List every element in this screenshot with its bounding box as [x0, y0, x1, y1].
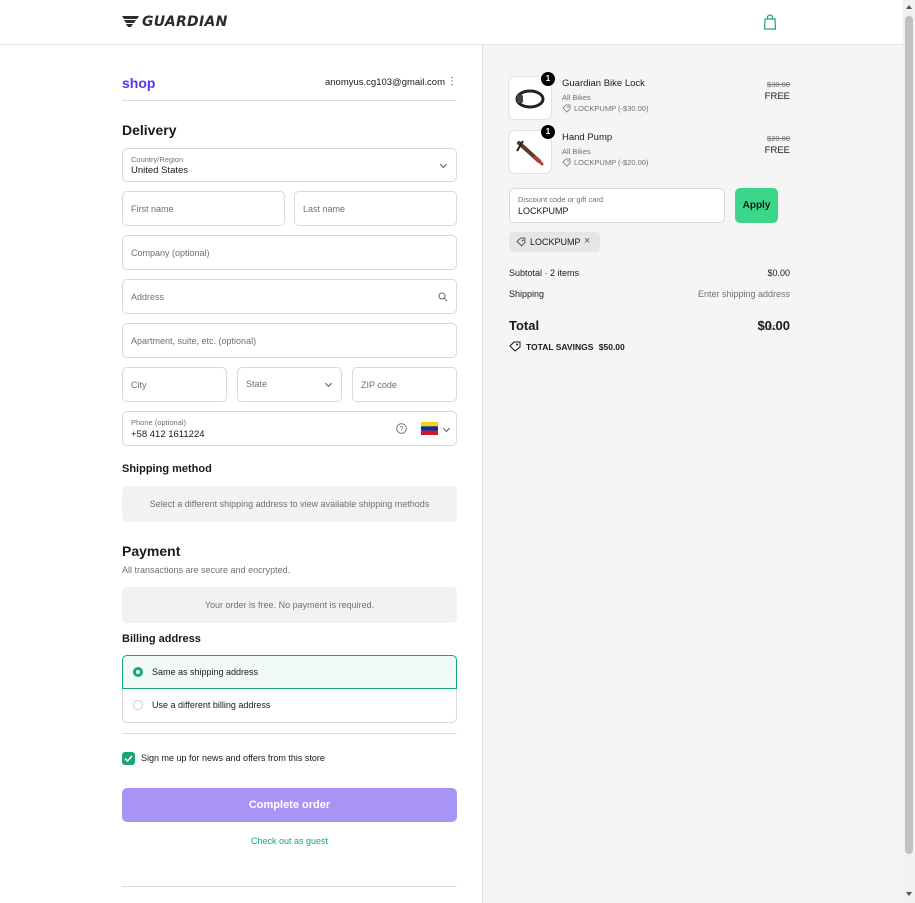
city-placeholder: City: [131, 380, 147, 390]
help-icon[interactable]: ?: [396, 423, 407, 434]
billing-same-option[interactable]: Same as shipping address: [122, 655, 457, 689]
state-placeholder: State: [246, 379, 268, 389]
account-row: shop anomyus.cg103@gmail.com ⋮: [122, 72, 457, 101]
last-name-placeholder: Last name: [303, 204, 346, 214]
remove-discount-icon[interactable]: ×: [584, 235, 590, 247]
company-input[interactable]: Company (optional): [122, 235, 457, 270]
product-variant: All Bikes: [562, 147, 591, 156]
complete-order-button[interactable]: Complete order: [122, 788, 457, 822]
checkout-guest-link[interactable]: Check out as guest: [122, 836, 457, 846]
tag-icon: [516, 237, 526, 247]
product-variant: All Bikes: [562, 93, 591, 102]
product-name: Hand Pump: [562, 132, 613, 143]
payment-title: Payment: [122, 543, 181, 559]
company-placeholder: Company (optional): [131, 248, 210, 258]
product-discount-text: LOCKPUMP (-$30.00): [574, 104, 649, 113]
first-name-placeholder: First name: [131, 204, 174, 214]
shipping-label: Shipping: [509, 289, 545, 299]
product-price: FREE: [764, 145, 790, 156]
savings-value: $50.00: [598, 342, 625, 352]
chevron-down-icon: [324, 379, 333, 388]
brand-name: GUARDIAN: [142, 14, 228, 30]
shipping-methods-message: Select a different shipping address to v…: [122, 486, 457, 522]
discount-label: Discount code or gift card: [518, 195, 604, 204]
last-name-input[interactable]: Last name: [294, 191, 457, 226]
kebab-icon[interactable]: ⋮: [447, 76, 457, 87]
applied-code-text: LOCKPUMP: [530, 237, 581, 247]
total-value: $0.00: [757, 318, 790, 333]
address-input[interactable]: Address: [122, 279, 457, 314]
country-value: United States: [131, 165, 189, 176]
checkmark-icon: [124, 755, 133, 763]
apply-button[interactable]: Apply: [735, 188, 778, 223]
savings-label: TOTAL SAVINGS: [526, 342, 594, 352]
shopping-bag-icon[interactable]: [763, 14, 777, 30]
original-price: $20.00: [767, 134, 790, 143]
phone-input[interactable]: Phone (optional) +58 412 1611224 ?: [122, 411, 457, 446]
chevron-down-icon[interactable]: [442, 424, 451, 433]
state-select[interactable]: State: [237, 367, 342, 402]
zip-placeholder: ZIP code: [361, 380, 397, 390]
address-placeholder: Address: [131, 292, 165, 302]
billing-different-option[interactable]: Use a different billing address: [122, 689, 457, 723]
subtotal-value: $0.00: [767, 268, 790, 278]
quantity-badge: 1: [541, 72, 555, 86]
payment-subtitle: All transactions are secure and encrypte…: [122, 565, 291, 575]
first-name-input[interactable]: First name: [122, 191, 285, 226]
country-select[interactable]: Country/Region United States: [122, 148, 457, 182]
billing-same-label: Same as shipping address: [152, 667, 259, 677]
applied-discount-chip: LOCKPUMP ×: [509, 232, 600, 252]
product-discount-text: LOCKPUMP (-$20.00): [574, 158, 649, 167]
chevron-down-icon: [439, 160, 448, 169]
zip-input[interactable]: ZIP code: [352, 367, 457, 402]
product-discount: LOCKPUMP (-$30.00): [562, 104, 648, 113]
newsletter-checkbox[interactable]: [122, 752, 135, 765]
scrollbar[interactable]: [903, 0, 915, 903]
shipping-method-title: Shipping method: [122, 463, 212, 475]
savings-tag-icon: [509, 341, 521, 352]
country-label: Country/Region: [131, 155, 184, 164]
discount-code-input[interactable]: Discount code or gift card LOCKPUMP: [509, 188, 725, 223]
scroll-up-arrow-icon[interactable]: [906, 5, 912, 9]
footer-divider: [122, 886, 457, 887]
divider: [122, 733, 457, 734]
shop-logo: shop: [122, 75, 156, 91]
city-input[interactable]: City: [122, 367, 227, 402]
payment-message: Your order is free. No payment is requir…: [122, 587, 457, 623]
radio-unselected[interactable]: [133, 700, 143, 710]
product-name: Guardian Bike Lock: [562, 78, 645, 89]
discount-value: LOCKPUMP: [518, 206, 569, 216]
guardian-logo[interactable]: GUARDIAN: [122, 14, 228, 30]
apartment-placeholder: Apartment, suite, etc. (optional): [131, 336, 257, 346]
svg-text:?: ?: [400, 426, 404, 433]
scroll-down-arrow-icon[interactable]: [906, 892, 912, 896]
delivery-title: Delivery: [122, 122, 177, 138]
total-label: Total: [509, 318, 540, 333]
venezuela-flag-icon[interactable]: [421, 422, 438, 435]
product-discount: LOCKPUMP (-$20.00): [562, 158, 648, 167]
shipping-value: Enter shipping address: [697, 289, 790, 299]
search-icon: [438, 292, 448, 302]
original-price: $30.00: [767, 80, 790, 89]
site-header: GUARDIAN: [0, 0, 903, 45]
newsletter-label: Sign me up for news and offers from this…: [141, 753, 325, 763]
billing-different-label: Use a different billing address: [152, 700, 271, 710]
product-price: FREE: [764, 91, 790, 102]
wing-icon: [122, 16, 139, 27]
quantity-badge: 1: [541, 125, 555, 139]
scrollbar-thumb[interactable]: [905, 16, 913, 854]
billing-title: Billing address: [122, 633, 201, 645]
phone-label: Phone (optional): [131, 418, 187, 427]
subtotal-label: Subtotal · 2 items: [509, 268, 580, 278]
radio-selected[interactable]: [133, 667, 143, 677]
apartment-input[interactable]: Apartment, suite, etc. (optional): [122, 323, 457, 358]
tag-icon: [562, 104, 571, 113]
phone-value: +58 412 1611224: [131, 429, 205, 440]
tag-icon: [562, 158, 571, 167]
total-savings: TOTAL SAVINGS $50.00: [526, 342, 625, 352]
account-email: anomyus.cg103@gmail.com: [324, 77, 445, 88]
